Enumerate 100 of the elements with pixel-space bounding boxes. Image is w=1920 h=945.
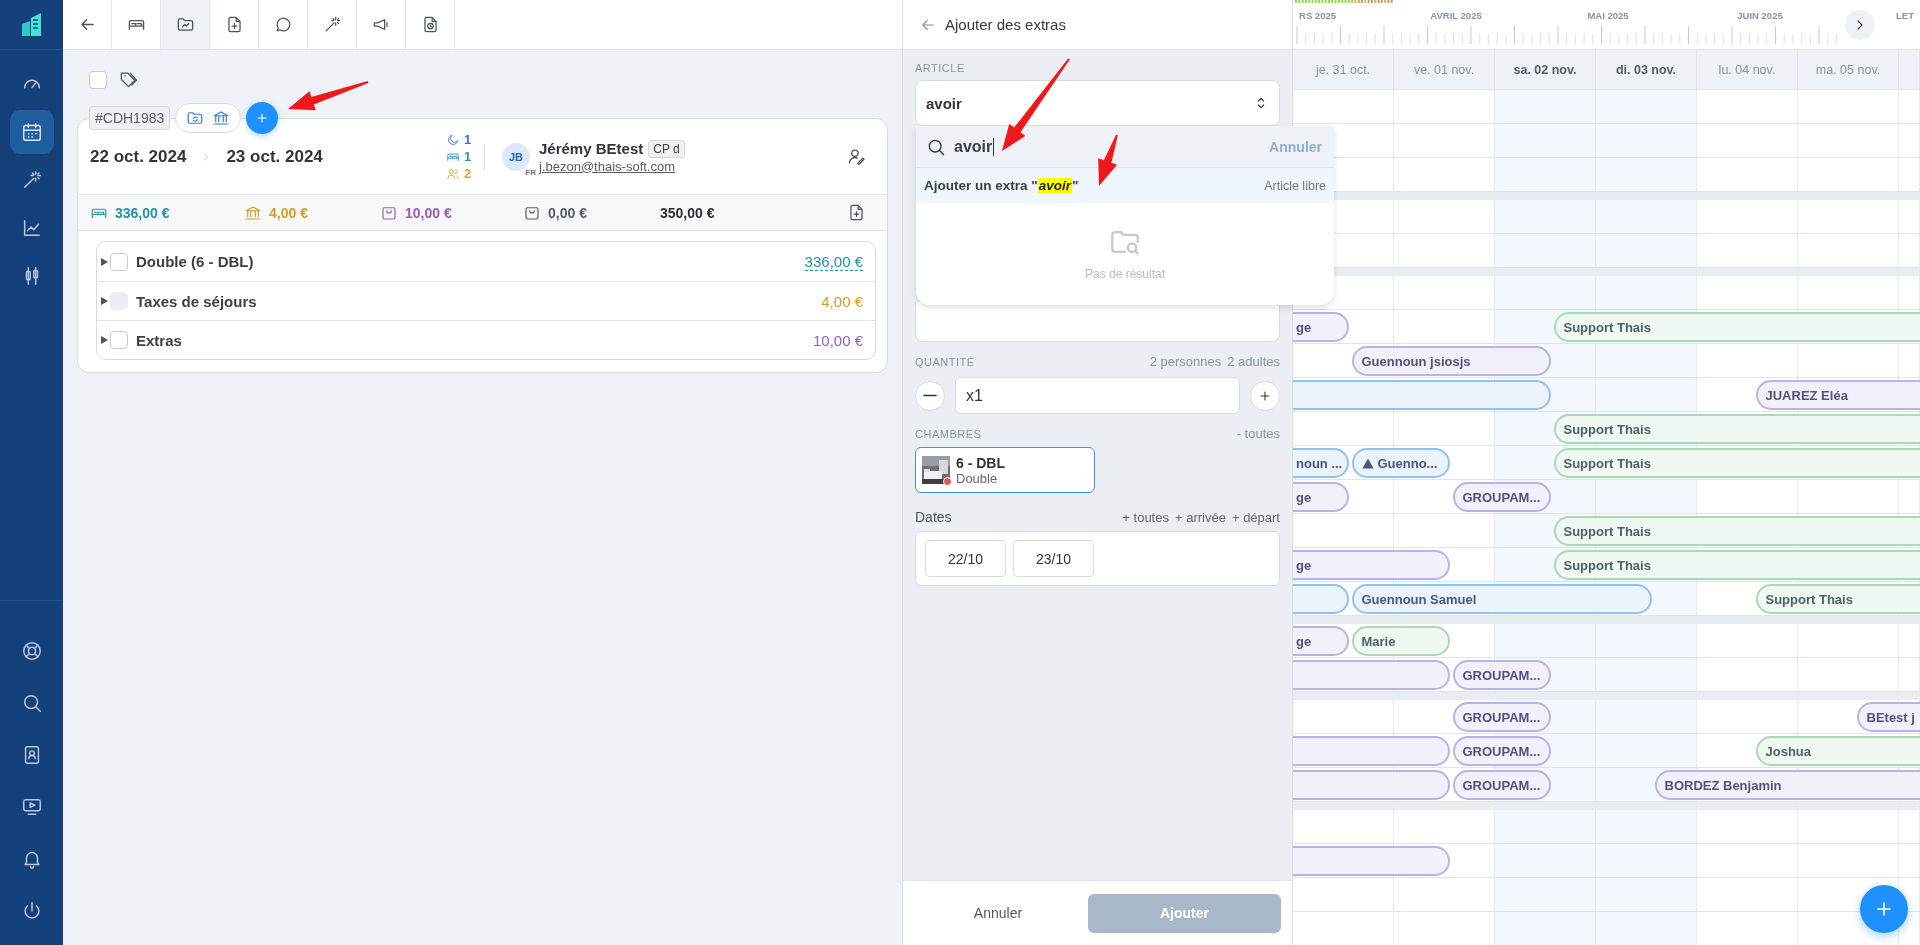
folder-icon: [175, 15, 195, 34]
adults-count: 2 adultes: [1227, 354, 1280, 369]
booking-bar[interactable]: [1293, 660, 1450, 690]
guest-email-link[interactable]: j.bezon@thais-soft.com: [539, 158, 685, 174]
booking-bar[interactable]: Guenno...: [1351, 448, 1450, 478]
calendar-icon: [20, 121, 43, 143]
quantity-field[interactable]: x1: [955, 377, 1240, 414]
article-select[interactable]: avoir: [915, 80, 1280, 126]
total-amount: 10,00 €: [405, 204, 452, 221]
day-header: sa. 02 nov.: [1513, 62, 1577, 77]
guest-name: Jérémy BEtest: [539, 140, 644, 157]
increase-button[interactable]: [1250, 380, 1280, 411]
day-header: lu. 04 nov.: [1718, 62, 1776, 77]
booking-bar[interactable]: [1293, 770, 1450, 800]
booking-bar[interactable]: ge: [1293, 550, 1450, 580]
arrow-annotation: [1098, 134, 1118, 186]
booking-bar[interactable]: GROUPAM...: [1452, 702, 1551, 732]
date-action-link[interactable]: + toutes: [1122, 510, 1169, 525]
month-label: LET: [1896, 10, 1914, 21]
departure-date: 23 oct. 2024: [226, 146, 323, 167]
persons-count: 2 personnes: [1149, 354, 1222, 369]
booking-bar[interactable]: noun ...: [1293, 448, 1349, 478]
next-button[interactable]: [1845, 10, 1875, 40]
booking-bar[interactable]: ge: [1293, 626, 1349, 656]
line-label: Taxes de séjours: [136, 292, 257, 310]
arrival-date: 22 oct. 2024: [90, 146, 187, 167]
month-label: MAI 2025: [1587, 10, 1629, 21]
room-card[interactable]: 6 - DBL Double: [915, 447, 1095, 493]
line-label: Double (6 - DBL): [136, 253, 254, 270]
guest-initials: JB: [508, 150, 524, 163]
booking-bar[interactable]: Support Thais: [1553, 448, 1920, 478]
field-label: ARTICLE: [915, 62, 966, 74]
booking-bar[interactable]: Support Thais: [1553, 312, 1920, 342]
booking-bar[interactable]: BORDEZ Benjamin: [1654, 770, 1920, 800]
line-checkbox[interactable]: [110, 331, 128, 349]
panel-title: Ajouter des extras: [945, 16, 1066, 33]
booking-bar[interactable]: [1293, 736, 1450, 766]
booking-bar[interactable]: Support Thais: [1553, 516, 1920, 546]
booking-bar[interactable]: BEtest j: [1856, 702, 1920, 732]
booking-bar[interactable]: ge: [1293, 482, 1349, 512]
video-icon: [20, 796, 43, 818]
day-header: ve. 01 nov.: [1413, 62, 1475, 77]
search-field[interactable]: avoir: [954, 137, 995, 156]
select-all-checkbox[interactable]: [89, 70, 107, 89]
booking-bar[interactable]: Joshua: [1755, 736, 1920, 766]
logo-icon: [19, 11, 44, 38]
booking-bar[interactable]: [1293, 380, 1551, 410]
count-value: 2: [464, 165, 472, 182]
booking-bar[interactable]: GROUPAM...: [1452, 770, 1551, 800]
month-label: RS 2025: [1299, 10, 1336, 21]
total-amount: 350,00 €: [660, 204, 715, 221]
lifebuoy-icon: [20, 640, 43, 662]
decrease-button[interactable]: [915, 380, 945, 411]
add-button[interactable]: [246, 101, 279, 134]
date-action-link[interactable]: + arrivée: [1174, 510, 1226, 525]
booking-bar[interactable]: [1293, 584, 1349, 614]
date-chip[interactable]: 23/10: [1013, 540, 1094, 577]
people-icon: [446, 166, 460, 181]
sidebar-item[interactable]: [9, 110, 54, 154]
tag-icon: [119, 70, 138, 89]
booking-bar[interactable]: Guennoun jsiosjs: [1351, 346, 1551, 376]
booking-bar[interactable]: Marie: [1351, 626, 1450, 656]
booking-bar[interactable]: Support Thais: [1553, 414, 1920, 444]
count-value: 1: [464, 148, 472, 165]
booking-bar[interactable]: JUAREZ Eléa: [1755, 380, 1920, 410]
booking-bar[interactable]: GROUPAM...: [1452, 660, 1551, 690]
file-plus-icon: [847, 203, 866, 222]
booking-bar[interactable]: Support Thais: [1553, 550, 1920, 580]
warning-icon: [1361, 457, 1374, 469]
count-value: 1: [464, 131, 472, 148]
month-label: AVRIL 2025: [1430, 10, 1482, 21]
line-checkbox[interactable]: [110, 252, 128, 271]
language-label: FR: [524, 167, 537, 177]
field-label: CHAMBRES: [915, 428, 982, 440]
line-amount: 4,00 €: [821, 292, 863, 310]
guest-badge: CP d: [648, 139, 685, 158]
booking-bar[interactable]: Guennoun Samuel: [1351, 584, 1652, 614]
booking-bar[interactable]: Support Thais: [1755, 584, 1920, 614]
field-label: Dates: [915, 509, 952, 525]
text-field[interactable]: [915, 302, 1280, 342]
booking-bar[interactable]: [1293, 846, 1450, 876]
day-header: ma. 05 nov.: [1815, 62, 1881, 77]
empty-message: Pas de résultat: [1084, 267, 1165, 281]
toolbar-tab[interactable]: [161, 0, 210, 49]
total-amount: 336,00 €: [115, 204, 170, 221]
reservation-reference: #CDH1983: [89, 105, 171, 130]
cancel-button[interactable]: Annuler: [943, 905, 1053, 921]
month-label: JUIN 2025: [1737, 10, 1783, 21]
booking-bar[interactable]: GROUPAM...: [1452, 482, 1551, 512]
line-amount: 336,00 €: [804, 252, 863, 271]
user-edit-icon: [847, 147, 866, 166]
booking-bar[interactable]: ge: [1293, 312, 1349, 342]
date-action-link[interactable]: + départ: [1231, 510, 1280, 525]
booking-bar[interactable]: GROUPAM...: [1452, 736, 1551, 766]
line-amount: 10,00 €: [812, 331, 863, 349]
day-header: je. 31 oct.: [1315, 62, 1371, 77]
date-chip[interactable]: 22/10: [925, 540, 1006, 577]
total-amount: 4,00 €: [269, 204, 308, 221]
line-label: Extras: [136, 331, 182, 349]
minus-icon: [923, 394, 937, 397]
